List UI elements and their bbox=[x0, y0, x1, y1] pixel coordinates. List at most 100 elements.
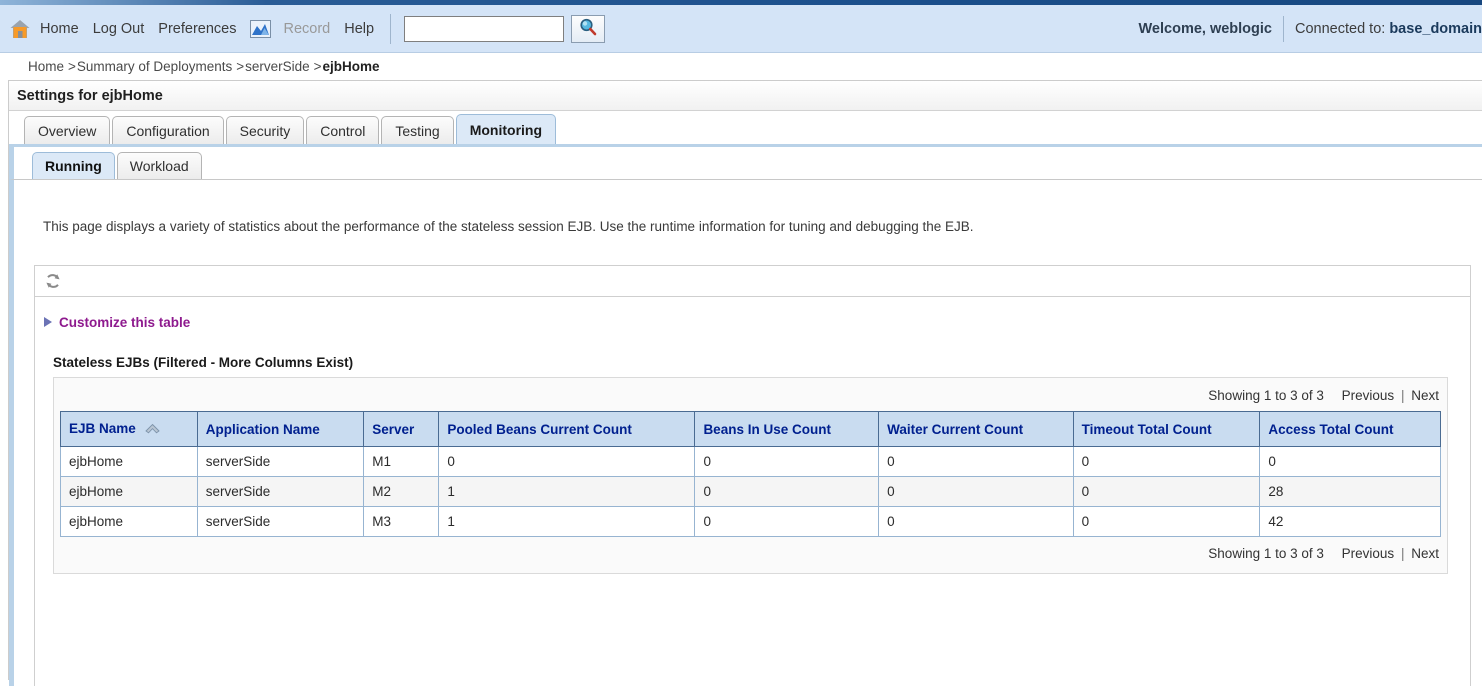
breadcrumb: Home > Summary of Deployments > serverSi… bbox=[0, 53, 1482, 80]
cell-ejb-name: ejbHome bbox=[60, 476, 198, 508]
cell-beans-in-use-count: 0 bbox=[694, 506, 880, 538]
tab-label: Security bbox=[239, 122, 291, 139]
pager-showing-text: Showing 1 to 3 of 3 bbox=[1208, 546, 1324, 562]
header-nav: Home Log Out Preferences Record Help bbox=[0, 13, 606, 44]
cell-application-name: serverSide bbox=[196, 446, 365, 478]
cell-access-total-count: 28 bbox=[1259, 476, 1441, 508]
tab-label: Control bbox=[320, 122, 366, 139]
connected-prefix: Connected to: bbox=[1295, 20, 1390, 37]
search-button[interactable] bbox=[571, 14, 606, 43]
table-toolbar bbox=[34, 264, 1471, 297]
running-subtab-panel: This page displays a variety of statisti… bbox=[9, 179, 1482, 686]
content-panel: Settings for ejbHome Overview Configurat… bbox=[8, 80, 1482, 686]
cell-application-name: serverSide bbox=[196, 476, 365, 508]
page-title: Settings for ejbHome bbox=[9, 81, 1482, 111]
cell-access-total-count: 0 bbox=[1259, 446, 1441, 478]
welcome-label: Welcome, weblogic bbox=[1138, 20, 1273, 37]
cell-waiter-current-count: 0 bbox=[878, 446, 1074, 478]
subtab-label: Running bbox=[45, 158, 102, 174]
stateless-ejbs-table: EJB Name Application Name Server Pooled … bbox=[60, 411, 1441, 538]
connected-domain: base_domain bbox=[1389, 20, 1482, 37]
column-header-server[interactable]: Server bbox=[363, 411, 440, 448]
column-header-pooled-beans-current-count[interactable]: Pooled Beans Current Count bbox=[438, 411, 696, 448]
column-header-application-name[interactable]: Application Name bbox=[196, 411, 365, 448]
breadcrumb-item-home[interactable]: Home bbox=[28, 59, 64, 74]
magnifier-icon bbox=[578, 18, 598, 40]
table-caption: Stateless EJBs (Filtered - More Columns … bbox=[53, 355, 354, 371]
stateless-ejbs-table-panel: Showing 1 to 3 of 3 Previous | Next EJB … bbox=[53, 377, 1448, 575]
home-icon[interactable] bbox=[9, 18, 31, 40]
cell-application-name: serverSide bbox=[196, 506, 365, 538]
breadcrumb-item-summary-of-deployments[interactable]: Summary of Deployments bbox=[77, 59, 232, 74]
pager-previous-link[interactable]: Previous bbox=[1342, 388, 1395, 403]
nav-link-home[interactable]: Home bbox=[40, 21, 86, 37]
header-divider bbox=[390, 13, 392, 44]
search-input[interactable] bbox=[404, 15, 565, 42]
chart-record-icon bbox=[250, 19, 272, 38]
table-body-panel: Customize this table Stateless EJBs (Fil… bbox=[34, 296, 1471, 686]
breadcrumb-separator: > bbox=[236, 59, 245, 74]
customize-label: Customize this table bbox=[59, 314, 191, 330]
pager-bottom: Showing 1 to 3 of 3 Previous | Next bbox=[60, 537, 1441, 563]
cell-beans-in-use-count: 0 bbox=[694, 476, 880, 508]
cell-waiter-current-count: 0 bbox=[878, 476, 1074, 508]
column-header-beans-in-use-count[interactable]: Beans In Use Count bbox=[694, 411, 880, 448]
page-description: This page displays a variety of statisti… bbox=[43, 219, 974, 234]
sort-ascending-icon bbox=[144, 422, 160, 437]
customize-this-table-link[interactable]: Customize this table bbox=[44, 315, 190, 330]
nav-link-record: Record bbox=[283, 20, 331, 37]
monitoring-tab-panel: Running Workload This page displays a va… bbox=[9, 144, 1482, 686]
tab-label: Testing bbox=[395, 122, 440, 139]
tab-monitoring[interactable]: Monitoring bbox=[455, 114, 557, 144]
pager-previous-link[interactable]: Previous bbox=[1342, 546, 1395, 561]
secondary-tab-bar: Running Workload bbox=[9, 147, 1482, 179]
pager-pipe: | bbox=[1400, 546, 1405, 562]
tab-overview[interactable]: Overview bbox=[24, 116, 111, 144]
connected-label: Connected to: base_domain bbox=[1284, 21, 1482, 37]
column-header-ejb-name[interactable]: EJB Name bbox=[60, 411, 198, 448]
refresh-icon[interactable] bbox=[44, 272, 62, 290]
subtab-running[interactable]: Running bbox=[32, 152, 115, 179]
cell-server: M1 bbox=[363, 446, 440, 478]
tab-security[interactable]: Security bbox=[225, 116, 305, 144]
tab-configuration[interactable]: Configuration bbox=[112, 116, 224, 144]
cell-server: M3 bbox=[363, 506, 440, 538]
nav-link-preferences[interactable]: Preferences bbox=[151, 21, 243, 37]
cell-ejb-name: ejbHome bbox=[60, 446, 198, 478]
global-header: Home Log Out Preferences Record Help Wel… bbox=[0, 5, 1482, 53]
cell-server: M2 bbox=[363, 476, 440, 508]
breadcrumb-item-ejbhome: ejbHome bbox=[322, 59, 380, 74]
header-user-area: Welcome, weblogic Connected to: base_dom… bbox=[1139, 5, 1482, 52]
breadcrumb-separator: > bbox=[313, 59, 322, 74]
subtab-label: Workload bbox=[129, 158, 189, 174]
tab-label: Monitoring bbox=[469, 121, 543, 138]
subtab-workload[interactable]: Workload bbox=[116, 152, 202, 179]
column-header-access-total-count[interactable]: Access Total Count bbox=[1259, 411, 1441, 448]
cell-pooled-beans-current-count: 1 bbox=[438, 476, 696, 508]
table-row: ejbHome serverSide M1 0 0 0 0 0 bbox=[60, 446, 1441, 478]
triangle-right-icon bbox=[44, 317, 52, 328]
cell-pooled-beans-current-count: 1 bbox=[438, 506, 696, 538]
table-row: ejbHome serverSide M2 1 0 0 0 28 bbox=[60, 476, 1441, 508]
cell-waiter-current-count: 0 bbox=[878, 506, 1074, 538]
tab-testing[interactable]: Testing bbox=[381, 116, 454, 144]
pager-next-link[interactable]: Next bbox=[1411, 388, 1439, 403]
cell-ejb-name: ejbHome bbox=[60, 506, 198, 538]
nav-link-log-out[interactable]: Log Out bbox=[86, 21, 152, 37]
column-label: EJB Name bbox=[69, 421, 136, 437]
tab-label: Overview bbox=[38, 122, 97, 139]
breadcrumb-item-serverside[interactable]: serverSide bbox=[245, 59, 310, 74]
pager-pipe: | bbox=[1400, 388, 1405, 404]
breadcrumb-separator: > bbox=[68, 59, 76, 74]
nav-link-help[interactable]: Help bbox=[337, 21, 381, 37]
column-header-waiter-current-count[interactable]: Waiter Current Count bbox=[878, 411, 1074, 448]
cell-timeout-total-count: 0 bbox=[1072, 506, 1261, 538]
pager-next-link[interactable]: Next bbox=[1411, 546, 1439, 561]
tab-control[interactable]: Control bbox=[306, 116, 380, 144]
table-row: ejbHome serverSide M3 1 0 0 0 42 bbox=[60, 506, 1441, 538]
table-header-row: EJB Name Application Name Server Pooled … bbox=[60, 411, 1441, 448]
cell-timeout-total-count: 0 bbox=[1072, 446, 1261, 478]
cell-access-total-count: 42 bbox=[1259, 506, 1441, 538]
tab-label: Configuration bbox=[126, 122, 210, 139]
column-header-timeout-total-count[interactable]: Timeout Total Count bbox=[1072, 411, 1261, 448]
